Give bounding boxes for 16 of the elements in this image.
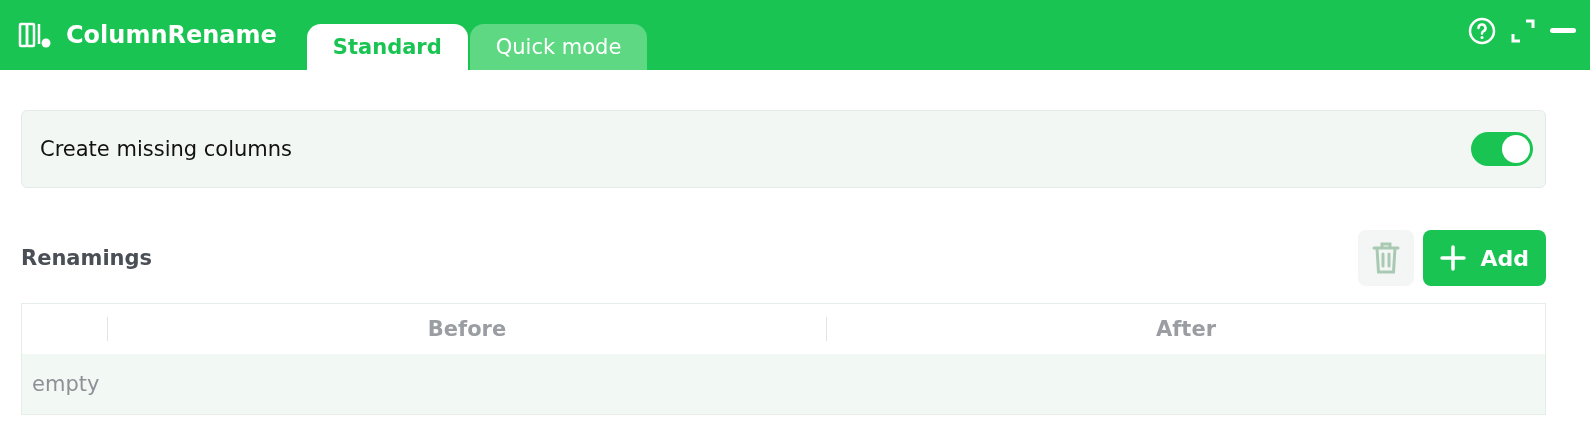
trash-icon [1372,241,1401,275]
column-header: After [826,317,1545,341]
tab[interactable]: Standard [306,24,468,70]
toggle-switch[interactable] [1471,132,1533,166]
plus-icon [1440,245,1467,271]
tab[interactable]: Quick mode [469,24,648,70]
empty-text: empty [32,372,100,396]
collapse-icon[interactable] [1510,18,1536,44]
minimize-icon[interactable] [1550,28,1576,34]
option-label: Create missing columns [40,137,293,161]
columns-icon [18,22,52,48]
column-header: Before [107,317,826,341]
help-icon[interactable] [1468,17,1496,45]
section-title: Renamings [21,246,153,270]
app-title: ColumnRename [66,21,277,49]
add-button[interactable]: Add [1423,230,1546,286]
